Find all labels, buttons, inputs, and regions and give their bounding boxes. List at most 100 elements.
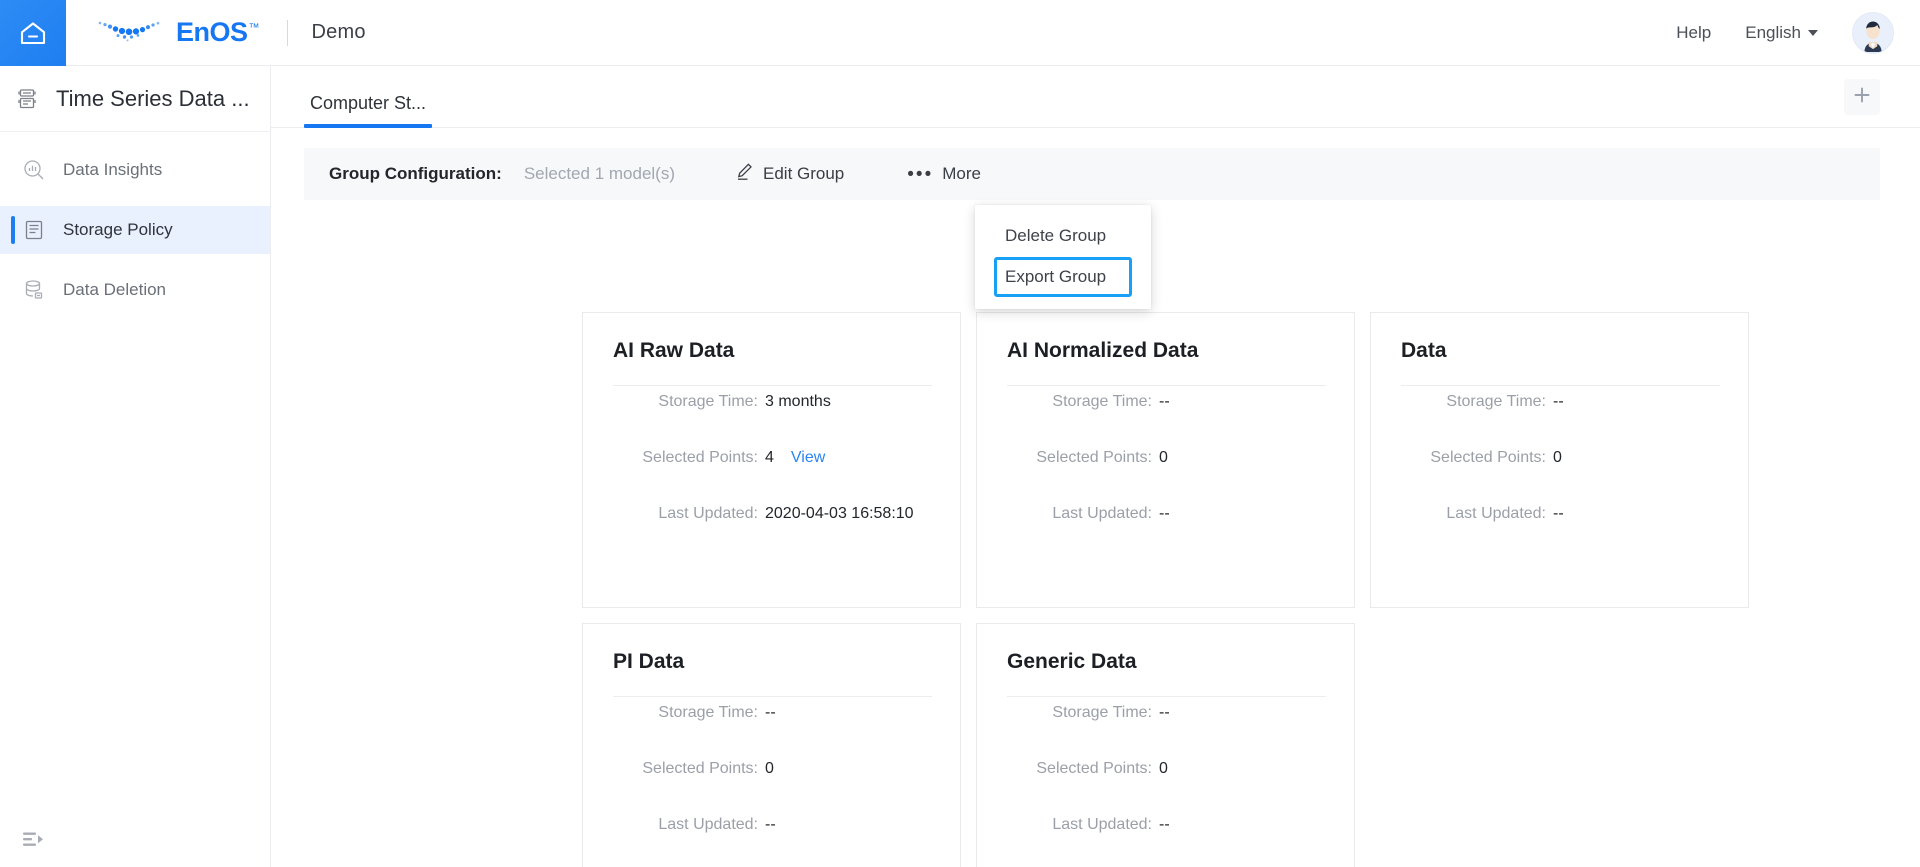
sidebar-item-label: Data Insights <box>63 160 163 179</box>
selected-points-row: Selected Points: 0 <box>1401 449 1718 505</box>
storage-time-row: Storage Time: 3 months <box>613 393 930 449</box>
brand[interactable]: EnOS ™ Demo <box>96 17 366 48</box>
enos-logo-icon <box>96 17 168 48</box>
help-link[interactable]: Help <box>1662 0 1725 66</box>
tab-bar: Computer St... <box>271 66 1920 128</box>
selected-points-row: Selected Points: 0 <box>1007 449 1324 505</box>
language-label: English <box>1745 22 1801 42</box>
sidebar-title: Time Series Data ... <box>0 66 270 132</box>
tab-computer-station[interactable]: Computer St... <box>304 93 433 128</box>
tab-label: Computer St... <box>310 93 427 113</box>
last-updated-row: Last Updated: -- <box>1401 505 1718 561</box>
storage-time-row: Storage Time: -- <box>613 704 930 760</box>
top-bar: EnOS ™ Demo Help English <box>0 0 1920 66</box>
chevron-down-icon <box>1808 29 1818 36</box>
menu-item-delete-group[interactable]: Delete Group <box>975 215 1151 257</box>
card-rows: Storage Time: -- Selected Points: 0 Last… <box>1007 386 1324 561</box>
brand-name: EnOS <box>176 17 248 47</box>
sidebar-item-label: Data Deletion <box>63 280 167 299</box>
selected-points-value: 4 <box>765 449 774 466</box>
selected-points-value: 0 <box>1553 449 1562 466</box>
card-rows: Storage Time: -- Selected Points: 0 Last… <box>1007 697 1324 867</box>
last-updated-value: -- <box>1159 816 1170 833</box>
last-updated-value: 2020-04-03 16:58:10 <box>765 505 914 522</box>
group-configuration-bar: Group Configuration: Selected 1 model(s)… <box>304 148 1880 200</box>
last-updated-label: Last Updated: <box>658 816 758 833</box>
storage-time-label: Storage Time: <box>658 704 758 721</box>
brand-trademark: ™ <box>248 22 260 34</box>
sidebar-item-data-deletion[interactable]: Data Deletion <box>0 266 270 314</box>
plus-icon <box>1853 86 1871 109</box>
selected-models-text: Selected 1 model(s) <box>523 164 675 183</box>
last-updated-label: Last Updated: <box>1446 505 1546 522</box>
view-points-link[interactable]: View <box>791 449 825 467</box>
selected-points-label: Selected Points: <box>642 760 758 777</box>
data-deletion-icon <box>22 278 46 302</box>
home-button[interactable] <box>0 0 66 66</box>
selected-points-label: Selected Points: <box>642 449 758 466</box>
menu-item-export-group[interactable]: Export Group <box>994 257 1132 297</box>
edit-group-button[interactable]: Edit Group <box>735 162 844 186</box>
sidebar-item-storage-policy[interactable]: Storage Policy <box>0 206 270 254</box>
storage-card[interactable]: AI Raw Data Storage Time: 3 months Selec… <box>582 312 961 608</box>
brand-divider <box>286 19 288 46</box>
storage-card[interactable]: Generic Data Storage Time: -- Selected P… <box>976 623 1355 867</box>
storage-time-label: Storage Time: <box>658 393 758 410</box>
storage-policy-icon <box>22 218 46 242</box>
storage-time-row: Storage Time: -- <box>1007 704 1324 760</box>
storage-time-value: 3 months <box>765 393 831 410</box>
sidebar-item-label: Storage Policy <box>63 220 173 239</box>
sidebar-collapse-button[interactable] <box>20 829 46 855</box>
last-updated-row: Last Updated: 2020-04-03 16:58:10 <box>613 505 930 561</box>
time-series-data-icon <box>16 87 40 111</box>
selected-points-value: 0 <box>1159 760 1168 777</box>
menu-fold-icon <box>22 830 44 855</box>
card-rows: Storage Time: -- Selected Points: 0 Last… <box>613 697 930 867</box>
last-updated-value: -- <box>1159 505 1170 522</box>
storage-card[interactable]: Data Storage Time: -- Selected Points: 0… <box>1370 312 1749 608</box>
more-label: More <box>942 164 981 183</box>
language-selector[interactable]: English <box>1725 23 1830 43</box>
avatar[interactable] <box>1852 11 1894 54</box>
sidebar-title-text: Time Series Data ... <box>56 85 250 111</box>
sidebar-nav: Data Insights Storage Policy Data Deleti… <box>0 132 270 314</box>
storage-card[interactable]: PI Data Storage Time: -- Selected Points… <box>582 623 961 867</box>
last-updated-row: Last Updated: -- <box>1007 505 1324 561</box>
card-rows: Storage Time: -- Selected Points: 0 Last… <box>1401 386 1718 561</box>
selected-points-row: Selected Points: 0 <box>613 760 930 816</box>
ellipsis-icon: ••• <box>907 163 934 185</box>
storage-time-row: Storage Time: -- <box>1401 393 1718 449</box>
last-updated-row: Last Updated: -- <box>613 816 930 867</box>
storage-card[interactable]: AI Normalized Data Storage Time: -- Sele… <box>976 312 1355 608</box>
selected-points-value: 0 <box>765 760 774 777</box>
card-title: Generic Data <box>1007 650 1137 673</box>
selected-points-label: Selected Points: <box>1036 760 1152 777</box>
app-root: EnOS ™ Demo Help English Time Series Dat… <box>0 0 1920 867</box>
storage-time-row: Storage Time: -- <box>1007 393 1324 449</box>
last-updated-value: -- <box>765 816 776 833</box>
card-title: PI Data <box>613 650 685 673</box>
edit-group-label: Edit Group <box>763 164 845 183</box>
menu-item-label: Export Group <box>1005 267 1107 286</box>
sidebar-item-data-insights[interactable]: Data Insights <box>0 146 270 194</box>
card-title: AI Raw Data <box>613 339 735 362</box>
pencil-icon <box>735 162 754 186</box>
storage-time-label: Storage Time: <box>1052 704 1152 721</box>
home-icon <box>19 20 47 46</box>
add-tab-button[interactable] <box>1844 79 1880 115</box>
last-updated-value: -- <box>1553 505 1564 522</box>
storage-time-label: Storage Time: <box>1052 393 1152 410</box>
workspace-name: Demo <box>311 21 366 43</box>
last-updated-row: Last Updated: -- <box>1007 816 1324 867</box>
last-updated-label: Last Updated: <box>658 505 758 522</box>
selected-points-label: Selected Points: <box>1430 449 1546 466</box>
data-insights-icon <box>22 158 46 182</box>
storage-time-label: Storage Time: <box>1446 393 1546 410</box>
group-configuration-label: Group Configuration: <box>329 164 502 183</box>
storage-time-value: -- <box>1159 704 1170 721</box>
card-title: AI Normalized Data <box>1007 339 1199 362</box>
storage-time-value: -- <box>1159 393 1170 410</box>
selected-points-value: 0 <box>1159 449 1168 466</box>
more-button[interactable]: ••• More <box>907 164 981 184</box>
selected-points-label: Selected Points: <box>1036 449 1152 466</box>
